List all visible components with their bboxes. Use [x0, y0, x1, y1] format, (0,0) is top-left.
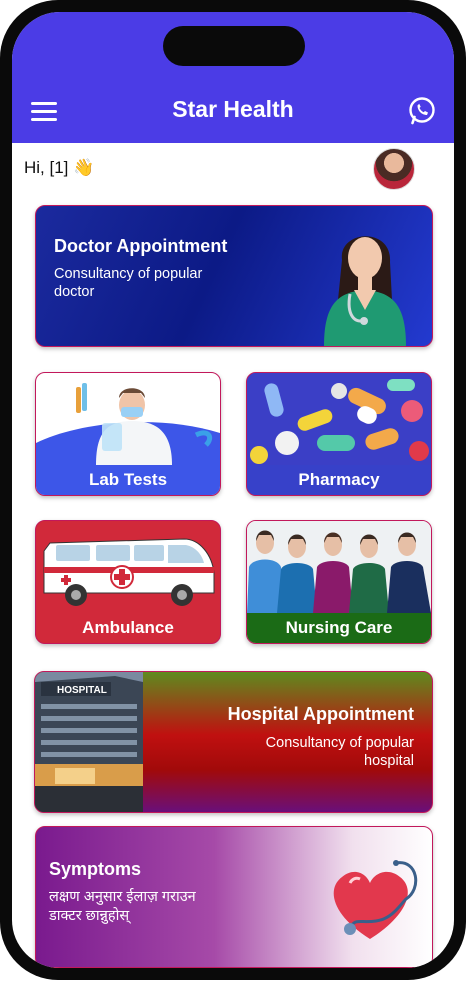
- app-screen: Star Health Hi, [1] 👋 Doctor Appointment…: [12, 12, 454, 968]
- whatsapp-icon[interactable]: [407, 96, 437, 126]
- lab-scientist-illustration: [36, 383, 220, 465]
- hospital-appointment-card[interactable]: HOSPITAL Hospital Appointment Consultanc…: [34, 671, 433, 813]
- app-title: Star Health: [172, 96, 294, 122]
- symptoms-card[interactable]: Symptoms लक्षण अनुसार ईलाज़ गराउन डाक्टर…: [35, 826, 433, 968]
- pharmacy-card[interactable]: Pharmacy: [246, 372, 432, 496]
- doctor-appointment-title: Doctor Appointment: [54, 236, 228, 256]
- phone-frame: Star Health Hi, [1] 👋 Doctor Appointment…: [0, 0, 466, 980]
- phone-notch: [163, 26, 305, 66]
- lab-tests-card[interactable]: Lab Tests: [35, 372, 221, 496]
- symptoms-subtitle: लक्षण अनुसार ईलाज़ गराउन डाक्टर छान्नुहो…: [49, 889, 196, 924]
- heart-stethoscope-icon: [333, 860, 418, 939]
- lab-tests-label: Lab Tests: [36, 465, 220, 495]
- ambulance-illustration: [36, 521, 220, 613]
- hospital-building-illustration: HOSPITAL: [35, 672, 143, 812]
- hospital-appointment-title: Hospital Appointment: [227, 704, 414, 724]
- hospital-sign-text: HOSPITAL: [57, 685, 107, 696]
- pills-illustration: [247, 373, 431, 465]
- nursing-care-card[interactable]: Nursing Care: [246, 520, 432, 644]
- doctor-illustration: [324, 236, 406, 346]
- symptoms-title: Symptoms: [49, 859, 142, 879]
- greeting-text: Hi, [1] 👋: [24, 158, 95, 177]
- doctor-appointment-subtitle: Consultancy of popular doctor: [54, 266, 203, 300]
- nurses-illustration: [247, 521, 431, 613]
- ambulance-label: Ambulance: [36, 613, 220, 643]
- ambulance-card[interactable]: Ambulance: [35, 520, 221, 644]
- pharmacy-label: Pharmacy: [247, 465, 431, 495]
- avatar[interactable]: [373, 148, 415, 190]
- hospital-appointment-subtitle: Consultancy of popular hospital: [265, 735, 414, 769]
- doctor-appointment-card[interactable]: Doctor Appointment Consultancy of popula…: [35, 205, 433, 347]
- nursing-care-label: Nursing Care: [247, 613, 431, 643]
